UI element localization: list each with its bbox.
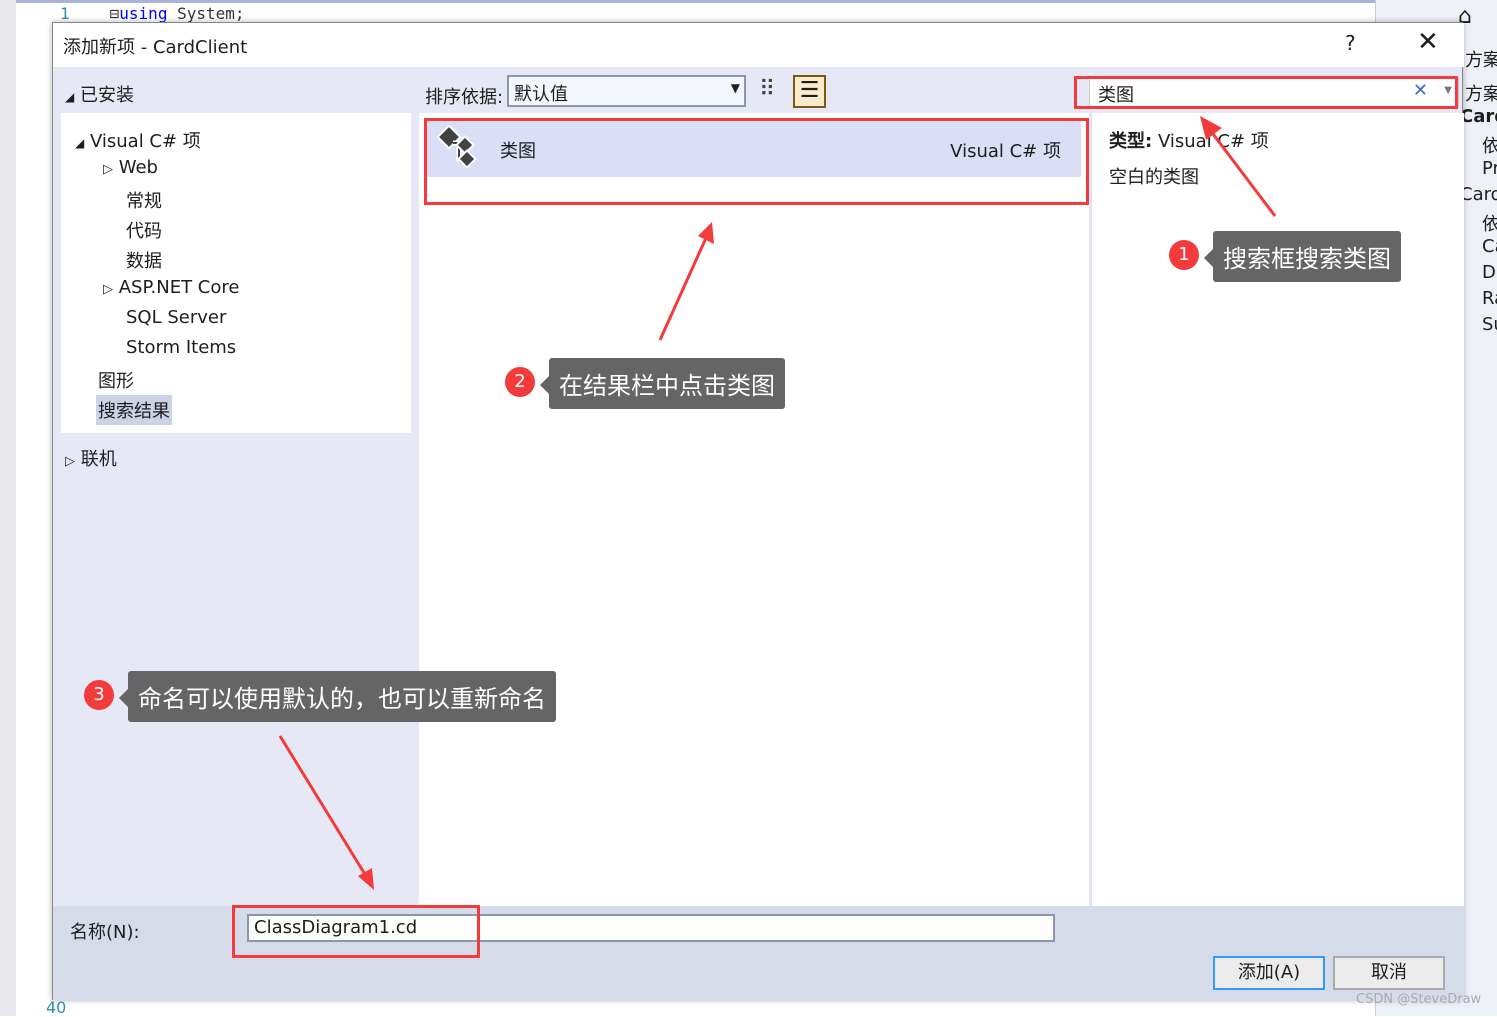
callout: 命名可以使用默认的，也可以重新命名 xyxy=(119,671,556,722)
step-number: 1 xyxy=(1169,240,1199,270)
step-number: 2 xyxy=(505,367,535,397)
arrow-3 xyxy=(278,735,368,877)
arrow-head-icon xyxy=(358,868,374,890)
callout: 搜索框搜索类图 xyxy=(1204,231,1401,282)
callout: 在结果栏中点击类图 xyxy=(540,358,785,409)
annotation-arrows xyxy=(278,116,1277,890)
step-number: 3 xyxy=(84,680,114,710)
arrow-head-icon xyxy=(1200,116,1222,140)
watermark: CSDN @SteveDraw xyxy=(1356,992,1482,1007)
arrow-1 xyxy=(1208,129,1277,217)
arrow-2 xyxy=(658,237,708,341)
